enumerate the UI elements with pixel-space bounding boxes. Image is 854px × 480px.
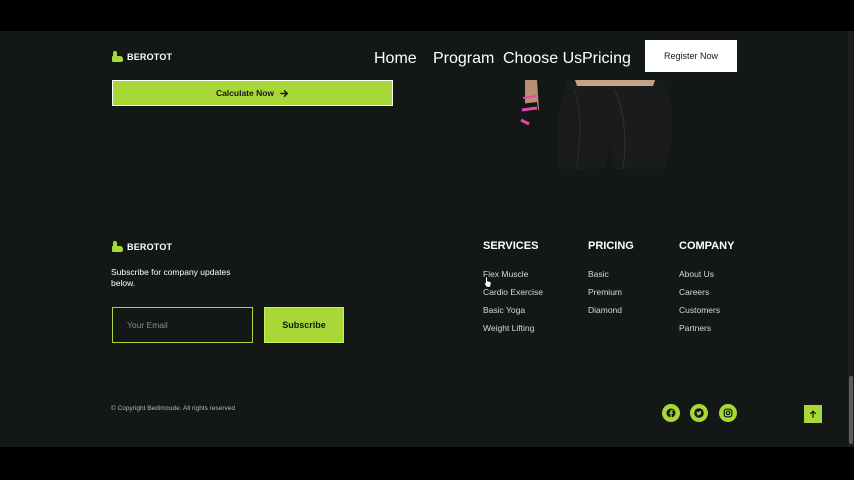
flexed-arm-logo-icon [112, 241, 123, 252]
page-scrollbar[interactable] [848, 31, 854, 447]
footer-link-basic-yoga[interactable]: Basic Yoga [483, 305, 525, 315]
scrollbar-thumb[interactable] [849, 376, 853, 444]
footer-link-diamond[interactable]: Diamond [588, 305, 622, 315]
footer-link-cardio-exercise[interactable]: Cardio Exercise [483, 287, 543, 297]
footer-link-careers[interactable]: Careers [679, 287, 709, 297]
footer-link-weight-lifting[interactable]: Weight Lifting [483, 323, 534, 333]
pricing-heading: PRICING [588, 240, 634, 252]
footer-link-basic[interactable]: Basic [588, 269, 609, 279]
footer-link-customers[interactable]: Customers [679, 305, 720, 315]
scroll-to-top-button[interactable] [804, 405, 822, 423]
facebook-link[interactable] [662, 404, 680, 422]
company-heading: COMPANY [679, 240, 735, 252]
header-logo[interactable]: BEROTOT [112, 51, 172, 62]
footer-link-partners[interactable]: Partners [679, 323, 711, 333]
footer-logo[interactable]: BEROTOT [112, 241, 172, 252]
arrow-right-icon [280, 89, 289, 97]
footer-brand-name: BEROTOT [127, 241, 173, 252]
site-header: BEROTOT Home Program Choose Us Pricing R… [0, 31, 848, 80]
twitter-icon [694, 408, 704, 418]
footer-link-about-us[interactable]: About Us [679, 269, 714, 279]
nav-pricing[interactable]: Pricing [582, 50, 631, 68]
video-letterbox-top [0, 0, 854, 31]
footer-link-premium[interactable]: Premium [588, 287, 622, 297]
subscribe-button[interactable]: Subscribe [264, 307, 344, 343]
hand-pointer-cursor-icon [484, 276, 492, 288]
flexed-arm-logo-icon [112, 51, 123, 62]
subscribe-description: Subscribe for company updates below. [111, 267, 231, 288]
email-input[interactable] [112, 307, 253, 343]
facebook-icon [666, 408, 676, 418]
copyright-text: © Copyright Bedimcode. All rights reserv… [111, 405, 236, 412]
web-page: BEROTOT Home Program Choose Us Pricing R… [0, 31, 854, 447]
instagram-link[interactable] [719, 404, 737, 422]
video-letterbox-bottom [0, 447, 854, 480]
nav-program[interactable]: Program [433, 50, 494, 68]
register-now-button[interactable]: Register Now [645, 40, 737, 72]
twitter-link[interactable] [690, 404, 708, 422]
calculate-now-label: Calculate Now [215, 88, 275, 98]
services-heading: SERVICES [483, 240, 539, 252]
nav-choose-us[interactable]: Choose Us [503, 50, 582, 68]
instagram-icon [723, 408, 733, 418]
brand-name: BEROTOT [127, 51, 173, 62]
nav-home[interactable]: Home [374, 50, 417, 68]
calculate-now-button[interactable]: Calculate Now [112, 80, 393, 106]
athlete-image [519, 80, 673, 169]
arrow-up-icon [810, 410, 816, 418]
